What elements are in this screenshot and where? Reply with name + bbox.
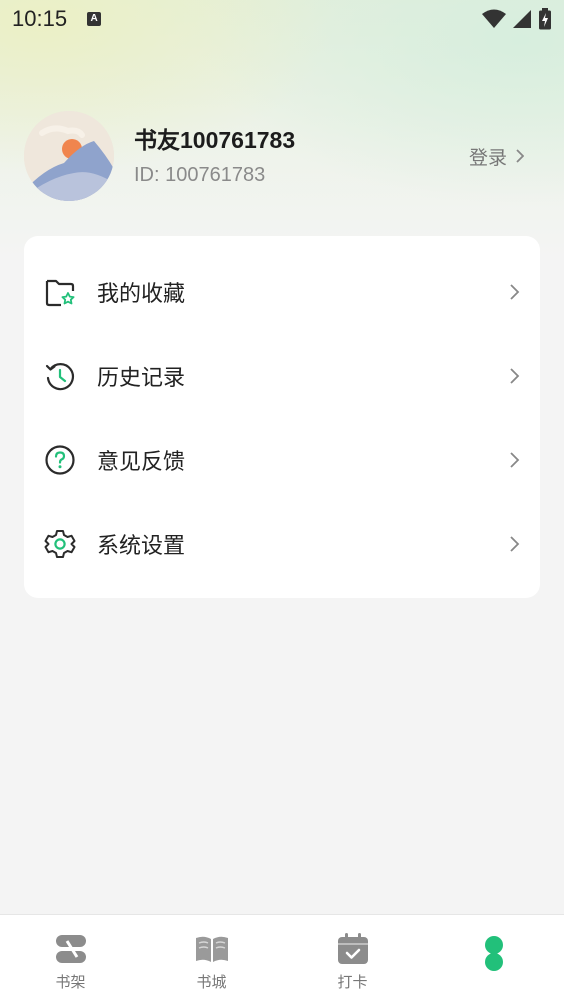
nav-label: 书架 (55, 973, 86, 991)
nav-label: 书城 (196, 973, 227, 991)
login-label: 登录 (468, 146, 507, 169)
menu-item-feedback[interactable]: 意见反馈 (24, 418, 540, 502)
profile-info: 书友100761783 ID: 100761783 (134, 124, 295, 188)
status-icons (482, 8, 552, 30)
signal-icon (513, 10, 531, 28)
chevron-right-icon (510, 452, 520, 468)
menu-item-label: 历史记录 (97, 366, 186, 391)
menu-item-label: 系统设置 (97, 534, 186, 559)
menu-item-history[interactable]: 历史记录 (24, 334, 540, 418)
bookstore-icon (195, 936, 228, 962)
chevron-right-icon (516, 149, 524, 163)
nav-item-profile[interactable] (423, 915, 564, 1004)
login-button[interactable]: 登录 (469, 143, 524, 170)
profile-header[interactable]: 书友100761783 ID: 100761783 登录 (24, 110, 532, 202)
chevron-right-icon (510, 368, 520, 384)
a-icon: A (87, 12, 102, 26)
status-bar: 10:15 A (0, 0, 564, 38)
profile-dots-icon (484, 936, 503, 971)
bookshelf-icon (55, 935, 86, 963)
history-clock-icon (45, 363, 75, 391)
avatar[interactable] (24, 111, 114, 201)
settings-gear-icon (44, 530, 76, 558)
profile-name: 书友100761783 (134, 127, 296, 153)
favorites-folder-icon (45, 279, 75, 307)
menu-item-label: 意见反馈 (97, 450, 186, 475)
battery-icon (539, 8, 551, 30)
chevron-right-icon (510, 284, 520, 300)
wifi-icon (482, 9, 506, 28)
bottom-nav: 书架 书城 打卡 (0, 914, 564, 1004)
nav-label: 打卡 (337, 973, 368, 991)
status-time: 10:15 (12, 6, 68, 31)
menu-card: 我的收藏 历史记录 意见反馈 系统设置 (24, 236, 540, 598)
avatar-landscape-icon (24, 111, 114, 201)
nav-item-bookstore[interactable]: 书城 (141, 915, 282, 1004)
checkin-calendar-icon (337, 933, 368, 964)
nav-item-bookshelf[interactable]: 书架 (0, 915, 141, 1004)
chevron-right-icon (510, 536, 520, 552)
profile-id: ID: 100761783 (134, 164, 266, 186)
menu-item-label: 我的收藏 (97, 282, 186, 307)
nav-item-checkin[interactable]: 打卡 (282, 915, 423, 1004)
menu-item-favorites[interactable]: 我的收藏 (24, 250, 540, 334)
help-question-icon (45, 445, 75, 475)
menu-item-settings[interactable]: 系统设置 (24, 502, 540, 586)
